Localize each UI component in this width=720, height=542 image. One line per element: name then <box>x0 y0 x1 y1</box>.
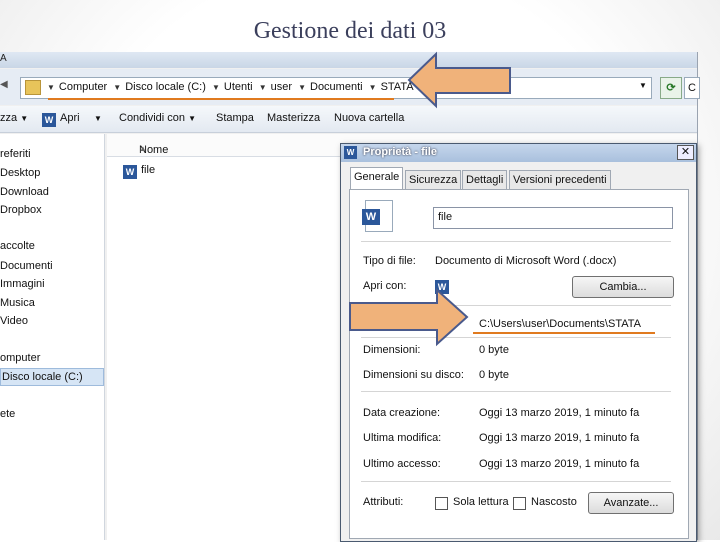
arrow-annotation-path <box>349 287 469 347</box>
arrow-annotation-address <box>407 51 511 109</box>
annotation-overlay <box>349 51 511 347</box>
